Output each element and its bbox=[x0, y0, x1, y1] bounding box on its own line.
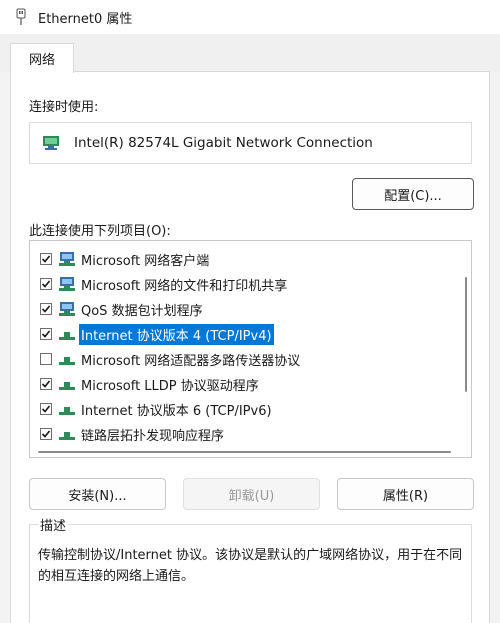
network-tab-panel: 连接时使用: Intel(R) 82574L Gigabit Network C… bbox=[10, 71, 490, 623]
window-title: Ethernet0 属性 bbox=[38, 11, 133, 27]
item-label: Microsoft 网络适配器多路传送器协议 bbox=[81, 353, 301, 369]
item-checkbox[interactable] bbox=[40, 303, 52, 315]
item-label: Microsoft LLDP 协议驱动程序 bbox=[81, 378, 259, 394]
list-item[interactable]: Internet 协议版本 4 (TCP/IPv4) bbox=[30, 323, 274, 345]
item-label: QoS 数据包计划程序 bbox=[81, 303, 203, 319]
network-service-icon bbox=[58, 276, 76, 292]
list-item[interactable]: Microsoft 网络的文件和打印机共享 bbox=[30, 273, 289, 295]
list-item[interactable]: QoS 数据包计划程序 bbox=[30, 298, 205, 320]
item-label: 链路层拓扑发现响应程序 bbox=[81, 428, 225, 444]
install-button[interactable]: 安装(N)... bbox=[29, 478, 166, 510]
properties-window: Ethernet0 属性 网络 连接时使用: Intel(R) 82574L G… bbox=[0, 0, 500, 623]
connect-using-label: 连接时使用: bbox=[29, 100, 99, 115]
network-service-icon bbox=[58, 301, 76, 317]
items-label: 此连接使用下列项目(O): bbox=[29, 224, 171, 239]
horizontal-scrollbar[interactable] bbox=[38, 451, 451, 453]
network-card-icon bbox=[42, 135, 60, 151]
protocol-icon bbox=[58, 351, 76, 367]
adapter-name: Intel(R) 82574L Gigabit Network Connecti… bbox=[74, 135, 373, 151]
protocol-icon bbox=[58, 326, 76, 342]
protocol-icon bbox=[58, 426, 76, 442]
configure-button[interactable]: 配置(C)... bbox=[352, 178, 474, 210]
description-legend: 描述 bbox=[38, 515, 69, 534]
component-list[interactable]: Microsoft 网络客户端 Microsoft 网络的文件和打印机共享 Qo… bbox=[29, 240, 472, 458]
list-item[interactable]: Internet 协议版本 6 (TCP/IPv6) bbox=[30, 398, 274, 420]
item-checkbox[interactable] bbox=[40, 353, 52, 365]
tab-network[interactable]: 网络 bbox=[10, 43, 74, 73]
network-client-icon bbox=[58, 251, 76, 267]
protocol-icon bbox=[58, 401, 76, 417]
network-adapter-icon bbox=[14, 8, 28, 26]
protocol-icon bbox=[58, 376, 76, 392]
item-checkbox[interactable] bbox=[40, 253, 52, 265]
properties-button[interactable]: 属性(R) bbox=[337, 478, 474, 510]
item-checkbox[interactable] bbox=[40, 428, 52, 440]
item-label: Microsoft 网络的文件和打印机共享 bbox=[81, 278, 288, 294]
uninstall-button[interactable]: 卸载(U) bbox=[183, 478, 320, 510]
list-item[interactable]: Microsoft LLDP 协议驱动程序 bbox=[30, 373, 261, 395]
item-checkbox[interactable] bbox=[40, 278, 52, 290]
description-text: 传输控制协议/Internet 协议。该协议是默认的广域网络协议，用于在不同的相… bbox=[38, 548, 463, 584]
item-label-selected: Internet 协议版本 4 (TCP/IPv4) bbox=[79, 323, 274, 345]
description-group: 描述 传输控制协议/Internet 协议。该协议是默认的广域网络协议，用于在不… bbox=[29, 515, 472, 623]
item-checkbox[interactable] bbox=[40, 328, 52, 340]
list-item[interactable]: Microsoft 网络适配器多路传送器协议 bbox=[30, 348, 302, 370]
tab-label: 网络 bbox=[28, 53, 55, 68]
list-item[interactable]: 链路层拓扑发现响应程序 bbox=[30, 423, 226, 445]
adapter-field: Intel(R) 82574L Gigabit Network Connecti… bbox=[29, 122, 472, 164]
vertical-scrollbar[interactable] bbox=[465, 277, 467, 392]
item-label: Internet 协议版本 6 (TCP/IPv6) bbox=[81, 403, 272, 419]
item-label: Microsoft 网络客户端 bbox=[81, 253, 210, 269]
item-checkbox[interactable] bbox=[40, 378, 52, 390]
item-checkbox[interactable] bbox=[40, 403, 52, 415]
list-item[interactable]: Microsoft 网络客户端 bbox=[30, 248, 211, 270]
title-bar: Ethernet0 属性 bbox=[0, 0, 500, 34]
tab-strip: 网络 bbox=[0, 34, 500, 73]
